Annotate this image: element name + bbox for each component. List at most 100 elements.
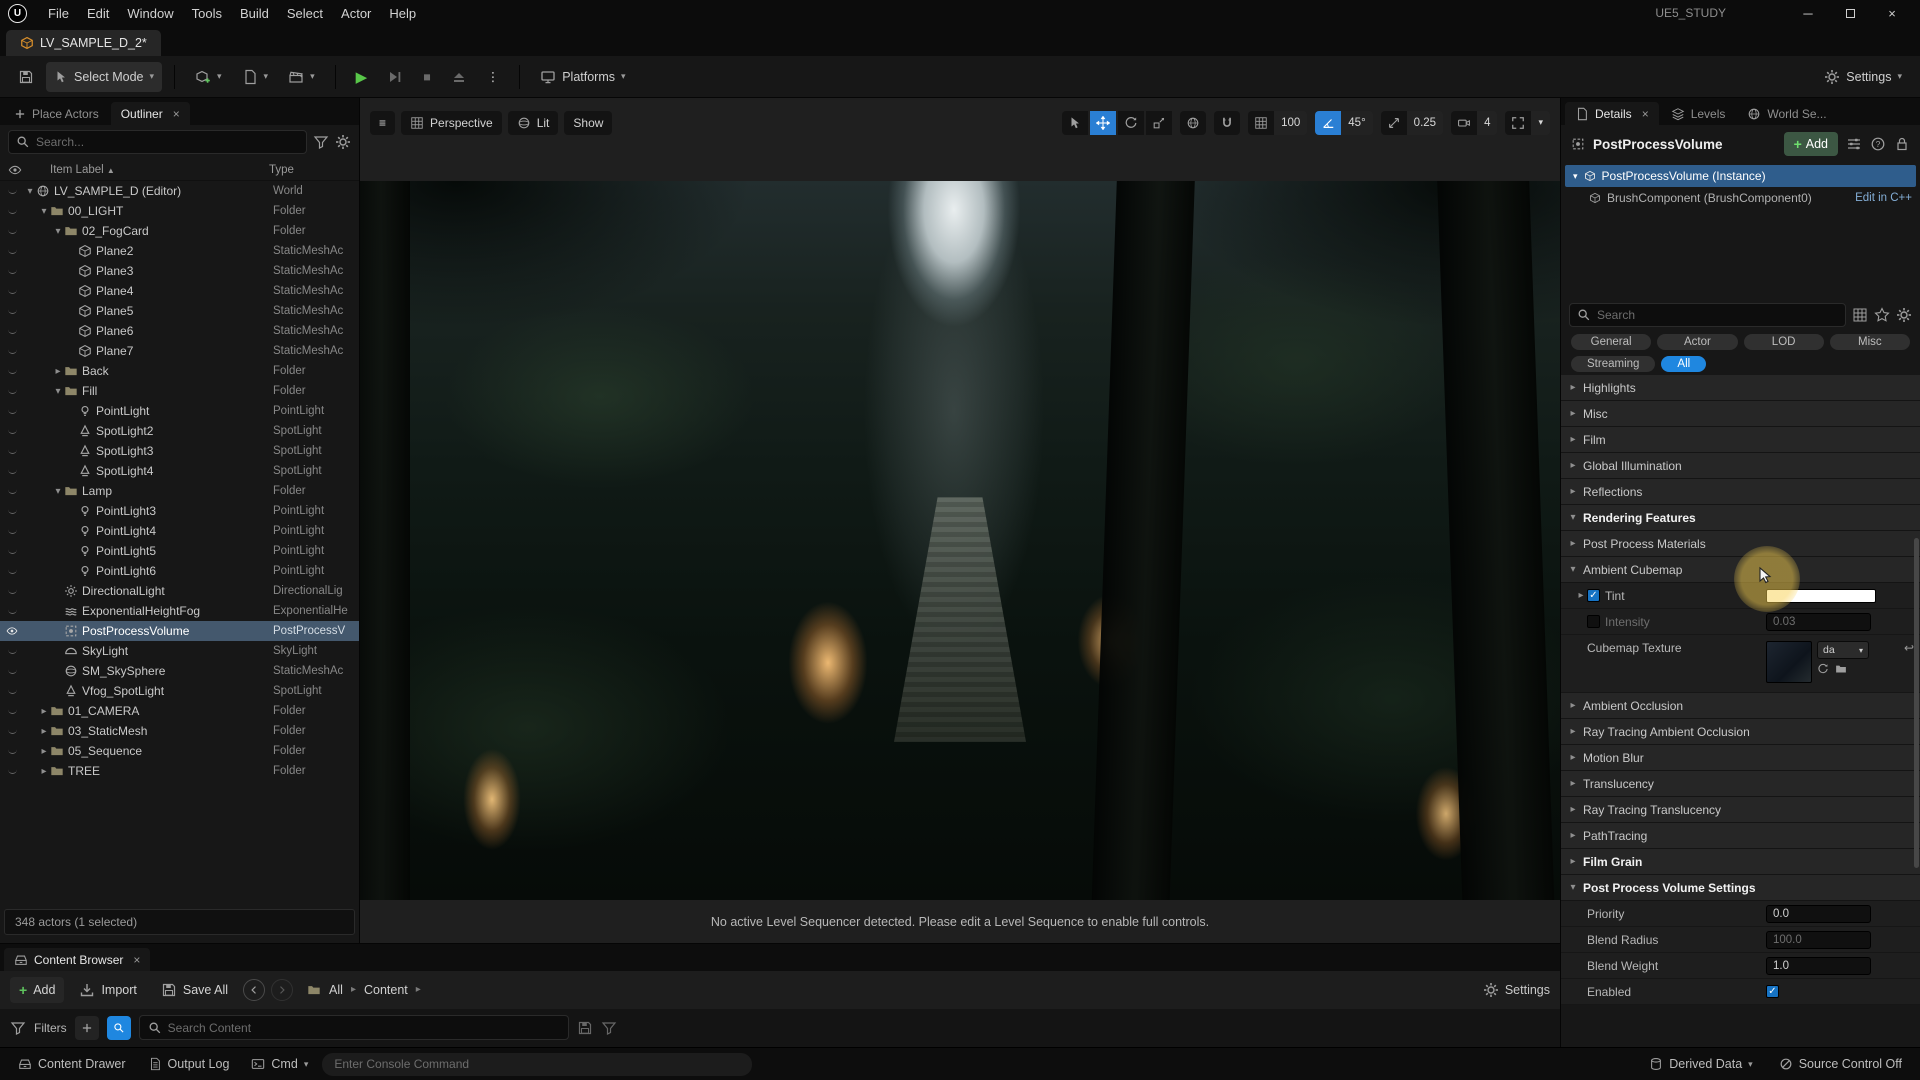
close-content-browser-tab[interactable]: × xyxy=(133,953,140,967)
viewport-options-menu[interactable]: ≡ xyxy=(370,111,395,135)
row-expander[interactable]: ▸ xyxy=(52,366,64,377)
section-highlights[interactable]: ▸Highlights xyxy=(1561,375,1920,401)
tab-world-settings[interactable]: World Se... xyxy=(1737,102,1836,125)
tint-expander[interactable]: ▸ xyxy=(1575,590,1587,601)
eye-closed-icon[interactable] xyxy=(8,429,17,434)
eye-icon[interactable] xyxy=(6,625,18,637)
breadcrumb-content[interactable]: Content xyxy=(364,983,408,997)
visibility-toggle[interactable] xyxy=(0,269,24,274)
priority-field[interactable]: 0.0 xyxy=(1766,905,1871,923)
outliner-row-pointlight[interactable]: PointLightPointLight xyxy=(0,401,359,421)
tint-override-checkbox[interactable] xyxy=(1587,589,1600,602)
tab-outliner[interactable]: Outliner × xyxy=(111,102,190,125)
eye-closed-icon[interactable] xyxy=(8,289,17,294)
menu-help[interactable]: Help xyxy=(380,6,425,21)
row-expander[interactable]: ▾ xyxy=(52,386,64,397)
outliner-row-back[interactable]: ▸BackFolder xyxy=(0,361,359,381)
visibility-toggle[interactable] xyxy=(0,409,24,414)
visibility-toggle[interactable] xyxy=(0,625,24,637)
section-motion-blur[interactable]: ▸Motion Blur xyxy=(1561,745,1920,771)
minimize-button[interactable]: ─ xyxy=(1788,0,1828,26)
reset-to-default-button[interactable]: ↩ xyxy=(1904,641,1914,683)
outliner-row-plane3[interactable]: Plane3StaticMeshAc xyxy=(0,261,359,281)
visibility-toggle[interactable] xyxy=(0,249,24,254)
move-tool[interactable] xyxy=(1090,111,1116,135)
platforms-dropdown[interactable]: Platforms ▾ xyxy=(532,62,633,92)
visibility-toggle[interactable] xyxy=(0,689,24,694)
cb-search-toggle[interactable] xyxy=(107,1016,131,1040)
eye-closed-icon[interactable] xyxy=(8,189,17,194)
outliner-row-spotlight4[interactable]: SpotLight4SpotLight xyxy=(0,461,359,481)
outliner-row-02-fogcard[interactable]: ▾02_FogCardFolder xyxy=(0,221,359,241)
breadcrumb-all[interactable]: All xyxy=(329,983,343,997)
outliner-row-directionallight[interactable]: DirectionalLightDirectionalLig xyxy=(0,581,359,601)
level-viewport[interactable]: ≡ Perspective Lit Show xyxy=(360,98,1560,943)
visibility-toggle[interactable] xyxy=(0,769,24,774)
visibility-toggle[interactable] xyxy=(0,589,24,594)
outliner-search-input[interactable] xyxy=(36,135,299,149)
eye-closed-icon[interactable] xyxy=(8,769,17,774)
blueprints-dropdown[interactable]: ▾ xyxy=(234,62,277,92)
row-expander[interactable]: ▾ xyxy=(24,186,36,197)
eye-closed-icon[interactable] xyxy=(8,369,17,374)
row-expander[interactable]: ▸ xyxy=(38,766,50,777)
cb-save-all-button[interactable]: Save All xyxy=(152,977,237,1003)
frame-skip-button[interactable] xyxy=(379,62,411,92)
blend-weight-field[interactable]: 1.0 xyxy=(1766,957,1871,975)
use-selected-asset-icon[interactable] xyxy=(1817,663,1829,675)
eye-closed-icon[interactable] xyxy=(8,249,17,254)
filter-chip-general[interactable]: General xyxy=(1571,334,1651,350)
cb-settings-icon[interactable] xyxy=(1483,982,1499,998)
menu-edit[interactable]: Edit xyxy=(78,6,118,21)
section-ray-tracing-ambient-occlusion[interactable]: ▸Ray Tracing Ambient Occlusion xyxy=(1561,719,1920,745)
visibility-toggle[interactable] xyxy=(0,509,24,514)
details-add-button[interactable]: +Add xyxy=(1784,132,1838,156)
section-ambient-occlusion[interactable]: ▸Ambient Occlusion xyxy=(1561,693,1920,719)
console-command-input[interactable] xyxy=(334,1057,740,1071)
details-view-options-icon[interactable] xyxy=(1846,136,1862,152)
source-control-button[interactable]: Source Control Off xyxy=(1771,1051,1910,1077)
cb-filters-label[interactable]: Filters xyxy=(34,1021,67,1035)
section-post-process-materials[interactable]: ▸Post Process Materials xyxy=(1561,531,1920,557)
rotation-snap-control[interactable]: 45° xyxy=(1315,111,1372,135)
visibility-toggle[interactable] xyxy=(0,549,24,554)
outliner-row-vfog-spotlight[interactable]: Vfog_SpotLightSpotLight xyxy=(0,681,359,701)
cubemap-texture-thumbnail[interactable] xyxy=(1766,641,1812,683)
menu-tools[interactable]: Tools xyxy=(183,6,231,21)
row-expander[interactable]: ▾ xyxy=(52,486,64,497)
outliner-column-headers[interactable]: Item Label ▲ Type xyxy=(0,159,359,181)
play-button[interactable]: ▶ xyxy=(348,62,376,92)
surface-snap-toggle[interactable] xyxy=(1214,111,1240,135)
outliner-row-tree[interactable]: ▸TREEFolder xyxy=(0,761,359,781)
visibility-toggle[interactable] xyxy=(0,669,24,674)
grid-snap-control[interactable]: 100 xyxy=(1248,111,1307,135)
tab-content-browser[interactable]: Content Browser × xyxy=(4,948,150,971)
menu-window[interactable]: Window xyxy=(118,6,182,21)
eye-closed-icon[interactable] xyxy=(8,549,17,554)
outliner-row-skylight[interactable]: SkyLightSkyLight xyxy=(0,641,359,661)
close-button[interactable]: × xyxy=(1872,0,1912,26)
outliner-row-postprocessvolume[interactable]: PostProcessVolumePostProcessV xyxy=(0,621,359,641)
details-display-icon[interactable] xyxy=(1852,307,1868,323)
tab-place-actors[interactable]: Place Actors xyxy=(4,102,109,125)
visibility-toggle[interactable] xyxy=(0,429,24,434)
eye-closed-icon[interactable] xyxy=(8,269,17,274)
menu-select[interactable]: Select xyxy=(278,6,332,21)
visibility-toggle[interactable] xyxy=(0,749,24,754)
outliner-row-pointlight3[interactable]: PointLight3PointLight xyxy=(0,501,359,521)
select-tool[interactable] xyxy=(1062,111,1088,135)
viewport-layout-chevron[interactable]: ▾ xyxy=(1531,111,1550,135)
eye-closed-icon[interactable] xyxy=(8,409,17,414)
tint-color-swatch[interactable] xyxy=(1766,589,1876,603)
details-search-input[interactable] xyxy=(1597,308,1838,322)
visibility-toggle[interactable] xyxy=(0,349,24,354)
visibility-toggle[interactable] xyxy=(0,469,24,474)
eye-closed-icon[interactable] xyxy=(8,729,17,734)
visibility-toggle[interactable] xyxy=(0,229,24,234)
rotation-snap-value[interactable]: 45° xyxy=(1341,111,1372,135)
menu-actor[interactable]: Actor xyxy=(332,6,380,21)
select-mode-dropdown[interactable]: Select Mode ▾ xyxy=(46,62,162,92)
outliner-row-pointlight5[interactable]: PointLight5PointLight xyxy=(0,541,359,561)
cb-add-button[interactable]: +Add xyxy=(10,977,64,1003)
cb-settings-label[interactable]: Settings xyxy=(1505,983,1550,997)
